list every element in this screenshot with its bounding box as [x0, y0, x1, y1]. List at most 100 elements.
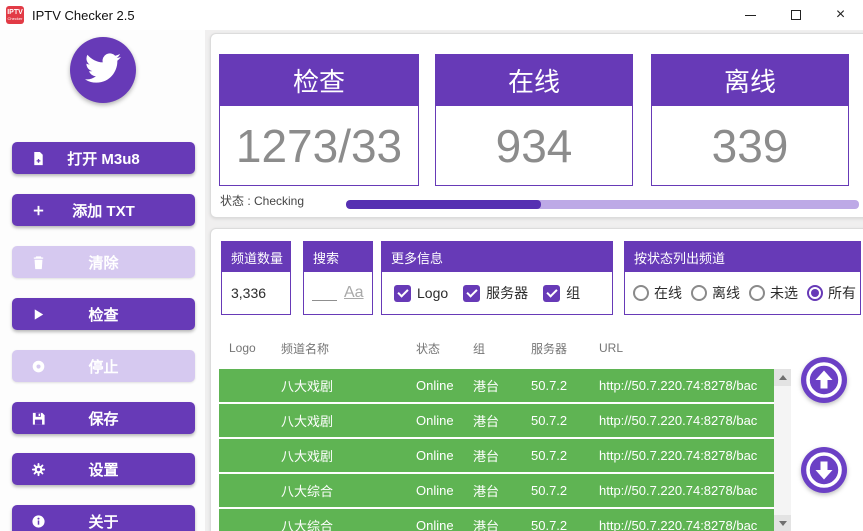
app-logo-icon: IPTV Checker	[6, 6, 24, 24]
save-icon	[30, 410, 46, 426]
status-filter-panel: 按状态列出频道 在线 离线 未选 所有	[624, 241, 861, 315]
radio-selected-icon	[807, 285, 823, 301]
url-cell: http://50.7.220.74:8278/bac	[589, 518, 774, 531]
radio-online[interactable]: 在线	[633, 283, 682, 303]
table-row[interactable]: 八大综合 Online 港台 50.7.2 http://50.7.220.74…	[219, 474, 774, 507]
app-window: IPTV Checker IPTV Checker 2.5 × 打开 M3u8	[0, 0, 863, 531]
radio-icon	[749, 285, 765, 301]
search-input[interactable]	[312, 285, 337, 301]
group-cell: 港台	[463, 516, 521, 531]
group-cell: 港台	[463, 376, 521, 395]
table-row[interactable]: 八大戏剧 Online 港台 50.7.2 http://50.7.220.74…	[219, 439, 774, 472]
col-server: 服务器	[521, 340, 589, 357]
table-row[interactable]: 八大戏剧 Online 港台 50.7.2 http://50.7.220.74…	[219, 404, 774, 437]
checkbox-checked-icon	[463, 285, 480, 302]
server-cell: 50.7.2	[521, 413, 589, 428]
title-bar: IPTV Checker IPTV Checker 2.5 ×	[0, 0, 863, 30]
clear-label: 清除	[88, 252, 118, 273]
radio-offline[interactable]: 离线	[691, 283, 740, 303]
check-label: 检查	[88, 304, 118, 325]
settings-label: 设置	[88, 459, 118, 480]
server-cell: 50.7.2	[521, 378, 589, 393]
url-cell: http://50.7.220.74:8278/bac	[589, 483, 774, 498]
name-cell: 八大戏剧	[271, 376, 406, 395]
status-cell: Online	[406, 378, 463, 393]
server-cell: 50.7.2	[521, 518, 589, 531]
minimize-icon	[745, 15, 756, 16]
scroll-up-button[interactable]	[774, 369, 791, 386]
group-cell: 港台	[463, 481, 521, 500]
checkbox-server[interactable]: 服务器	[463, 283, 528, 303]
name-cell: 八大戏剧	[271, 411, 406, 430]
save-button[interactable]: 保存	[12, 402, 195, 434]
stat-offline-title: 离线	[652, 55, 848, 106]
text-format-icon: Aa	[344, 284, 364, 302]
status-filter-title: 按状态列出频道	[625, 242, 860, 272]
stat-offline-value: 339	[652, 106, 848, 185]
add-txt-button[interactable]: 添加 TXT	[12, 194, 195, 226]
status-cell: Online	[406, 518, 463, 531]
stat-card-online: 在线 934	[435, 54, 633, 186]
minimize-button[interactable]	[728, 0, 773, 30]
checkbox-checked-icon	[543, 285, 560, 302]
file-icon	[30, 150, 46, 166]
about-button[interactable]: 关于	[12, 505, 195, 531]
sidebar: 打开 M3u8 添加 TXT 清除 检查 停止	[0, 30, 205, 531]
channels-panel: 频道数量 3,336 搜索 Aa 更多信息 Logo 服务器 组 按状态	[210, 228, 863, 531]
radio-unselected-label: 未选	[770, 283, 798, 303]
radio-all-label: 所有	[828, 283, 856, 303]
stat-checked-value: 1273/33	[220, 106, 418, 185]
name-cell: 八大综合	[271, 516, 406, 531]
table-scrollbar[interactable]	[774, 369, 791, 531]
maximize-icon	[791, 10, 801, 20]
stop-button[interactable]: 停止	[12, 350, 195, 382]
table-row[interactable]: 八大综合 Online 港台 50.7.2 http://50.7.220.74…	[219, 509, 774, 531]
maximize-button[interactable]	[773, 0, 818, 30]
table-header: Logo 频道名称 状态 组 服务器 URL	[219, 329, 774, 367]
radio-unselected[interactable]: 未选	[749, 283, 798, 303]
jump-to-top-button[interactable]	[800, 356, 848, 404]
trash-icon	[30, 254, 46, 270]
radio-icon	[633, 285, 649, 301]
close-button[interactable]: ×	[818, 0, 863, 30]
stat-card-offline: 离线 339	[651, 54, 849, 186]
clear-button[interactable]: 清除	[12, 246, 195, 278]
about-label: 关于	[88, 511, 118, 531]
col-status: 状态	[406, 340, 463, 357]
stop-label: 停止	[88, 356, 118, 377]
server-cell: 50.7.2	[521, 448, 589, 463]
group-cell: 港台	[463, 446, 521, 465]
name-cell: 八大综合	[271, 481, 406, 500]
plus-icon	[30, 202, 46, 218]
checkbox-group[interactable]: 组	[543, 283, 580, 303]
close-icon: ×	[836, 7, 845, 23]
window-controls: ×	[728, 0, 863, 30]
jump-to-bottom-button[interactable]	[800, 446, 848, 494]
status-text: 状态 : Checking	[220, 192, 304, 209]
settings-button[interactable]: 设置	[12, 453, 195, 485]
twitter-avatar[interactable]	[70, 37, 136, 103]
circle-arrow-down-icon	[800, 446, 848, 494]
open-m3u8-button[interactable]: 打开 M3u8	[12, 142, 195, 174]
main-area: 检查 1273/33 在线 934 离线 339 状态 : Checking 频…	[205, 30, 863, 531]
check-button[interactable]: 检查	[12, 298, 195, 330]
open-m3u8-label: 打开 M3u8	[67, 148, 140, 169]
scroll-down-button[interactable]	[774, 515, 791, 531]
stat-checked-title: 检查	[220, 55, 418, 106]
url-cell: http://50.7.220.74:8278/bac	[589, 413, 774, 428]
status-cell: Online	[406, 483, 463, 498]
col-url: URL	[589, 341, 774, 355]
checkbox-checked-icon	[394, 285, 411, 302]
table-row[interactable]: 八大戏剧 Online 港台 50.7.2 http://50.7.220.74…	[219, 369, 774, 402]
url-cell: http://50.7.220.74:8278/bac	[589, 448, 774, 463]
checkbox-logo[interactable]: Logo	[394, 285, 448, 302]
scroll-up-icon	[779, 375, 787, 380]
app-logo-text: IPTV	[7, 9, 23, 16]
search-panel: 搜索 Aa	[303, 241, 373, 315]
status-cell: Online	[406, 413, 463, 428]
stats-panel: 检查 1273/33 在线 934 离线 339 状态 : Checking	[210, 33, 863, 218]
col-logo: Logo	[219, 341, 271, 355]
radio-all[interactable]: 所有	[807, 283, 856, 303]
server-cell: 50.7.2	[521, 483, 589, 498]
group-cell: 港台	[463, 411, 521, 430]
